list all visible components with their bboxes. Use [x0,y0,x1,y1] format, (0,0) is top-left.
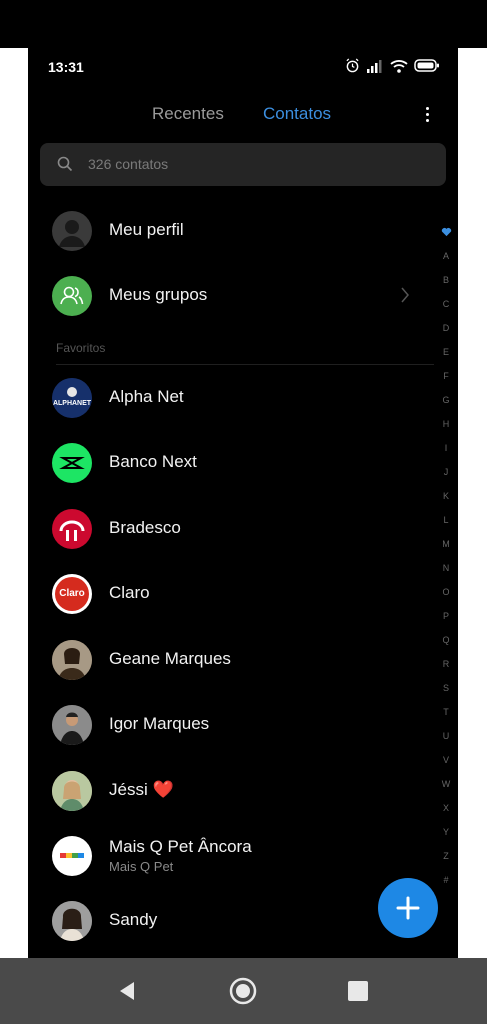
battery-icon [414,59,439,72]
index-letter[interactable]: F [434,364,458,388]
contact-name: Mais Q Pet Âncora [109,837,252,856]
contact-row[interactable]: Igor Marques [28,695,438,755]
status-bar: 13:31 [28,48,458,86]
index-letter[interactable]: Y [434,820,458,844]
favorites-heart-icon[interactable] [434,220,458,244]
index-letter[interactable]: E [434,340,458,364]
contact-row[interactable]: Banco Next [28,433,438,493]
back-button[interactable] [112,976,142,1006]
claro-logo-text: Claro [59,588,85,599]
bradesco-logo-icon [52,509,92,549]
contact-name: Sandy [109,910,158,929]
contact-row[interactable]: Bradesco [28,499,438,559]
chevron-right-icon [401,287,409,303]
index-letter[interactable]: B [434,268,458,292]
contact-name: Claro [109,583,150,602]
back-triangle-icon [120,982,134,1000]
index-letter[interactable]: R [434,652,458,676]
contact-name: Meus grupos [109,285,208,304]
contact-photo [52,705,92,745]
plus-icon [396,896,420,920]
heart-icon: ❤️ [152,780,174,799]
index-letter[interactable]: G [434,388,458,412]
claro-logo-icon: Claro [52,574,92,614]
more-options-icon[interactable] [422,104,432,128]
top-black-band [0,0,487,48]
index-letters: A B C D E F G H I J K L M N O P Q R S T U V W X Y Z # [434,244,458,892]
signal-icon [367,59,382,73]
alphanet-logo-icon: ALPHANET [52,378,92,418]
index-letter[interactable]: S [434,676,458,700]
contact-photo [52,640,92,680]
home-circle-icon [229,977,257,1005]
status-time: 13:31 [48,59,84,75]
my-profile-row[interactable]: Meu perfil [28,201,438,261]
index-letter[interactable]: Q [434,628,458,652]
tab-bar: Recentes Contatos [28,100,458,130]
status-icons [345,58,440,73]
contact-name: Meu perfil [109,220,184,239]
index-letter[interactable]: W [434,772,458,796]
index-letter[interactable]: N [434,556,458,580]
index-letter[interactable]: C [434,292,458,316]
contact-row[interactable]: Geane Marques [28,630,438,690]
contact-name: Alpha Net [109,387,184,406]
add-contact-button[interactable] [378,878,438,938]
contact-row[interactable]: Sandy [28,891,438,951]
banco-next-logo-icon [52,443,92,483]
index-letter[interactable]: Z [434,844,458,868]
alphabet-index[interactable]: A B C D E F G H I J K L M N O P Q R S T U V W X Y Z # [434,220,458,885]
profile-silhouette-icon [52,211,92,251]
contact-subtitle: Mais Q Pet [109,859,174,874]
maisqpet-logo-icon [52,836,92,876]
tab-contatos[interactable]: Contatos [263,104,331,124]
contact-row[interactable]: Jéssi ❤️ [28,761,438,821]
index-letter[interactable]: T [434,700,458,724]
contact-photo [52,901,92,941]
search-icon [57,156,73,172]
contact-name: Jéssi ❤️ [109,780,174,799]
index-letter[interactable]: U [434,724,458,748]
index-letter[interactable]: V [434,748,458,772]
groups-icon [52,276,92,316]
recents-button[interactable] [343,976,373,1006]
index-letter[interactable]: I [434,436,458,460]
contact-name: Banco Next [109,452,197,471]
right-margin [458,48,487,958]
index-letter[interactable]: H [434,412,458,436]
index-letter[interactable]: K [434,484,458,508]
wifi-icon [390,59,408,73]
index-letter[interactable]: D [434,316,458,340]
index-letter[interactable]: X [434,796,458,820]
contact-row[interactable]: ALPHANET Alpha Net [28,368,438,428]
index-letter[interactable]: L [434,508,458,532]
section-favoritos-label: Favoritos [56,341,106,355]
contact-name: Geane Marques [109,649,231,668]
phone-screen: 13:31 Recentes Contatos 326 contatos Meu… [28,48,458,958]
alphanet-logo-text: ALPHANET [52,400,92,407]
alarm-icon [346,58,359,73]
contact-photo [52,771,92,811]
my-groups-row[interactable]: Meus grupos [28,266,438,326]
search-input[interactable]: 326 contatos [40,143,446,186]
contact-name: Igor Marques [109,714,210,733]
contact-row[interactable]: Claro Claro [28,564,438,624]
index-letter[interactable]: P [434,604,458,628]
divider [56,364,434,365]
index-letter[interactable]: O [434,580,458,604]
contact-row[interactable]: Mais Q Pet Âncora Mais Q Pet [28,826,438,886]
left-margin [0,48,28,958]
tab-recentes[interactable]: Recentes [152,104,224,124]
index-letter[interactable]: A [434,244,458,268]
contact-name: Bradesco [109,518,181,537]
system-nav-bar [0,958,487,1024]
search-placeholder: 326 contatos [88,156,169,172]
index-letter[interactable]: M [434,532,458,556]
recents-square-icon [348,981,368,1001]
home-button[interactable] [228,976,258,1006]
index-letter[interactable]: J [434,460,458,484]
